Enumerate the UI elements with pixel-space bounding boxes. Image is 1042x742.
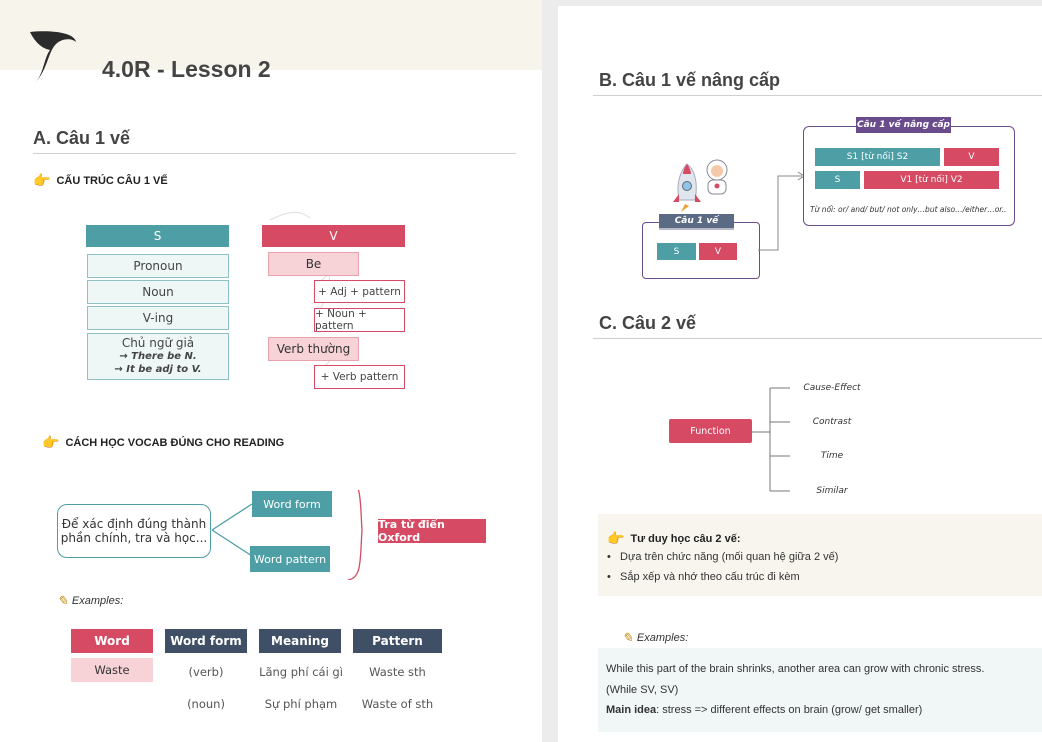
- simple-sentence-label: Câu 1 vế: [659, 214, 734, 230]
- simple-s: S: [657, 243, 696, 260]
- branch-contrast: Contrast: [812, 417, 852, 427]
- examples-label-a: ✎ Examples:: [57, 593, 124, 608]
- function-branches: [752, 387, 790, 492]
- pointing-hand-icon: 👉: [607, 530, 625, 546]
- s-item-ving: V-ing: [87, 306, 229, 330]
- pointing-hand-icon: 👉: [33, 172, 51, 188]
- upgrade-connector: [758, 171, 805, 251]
- logo-icon: [30, 31, 76, 82]
- dictionary-box: Tra từ điển Oxford: [378, 518, 486, 544]
- upgraded-row2-verb: V1 [từ nối] V2: [864, 171, 999, 189]
- section-b-title: B. Câu 1 vế nâng cấp: [599, 70, 781, 90]
- document-title: 4.0R - Lesson 2: [102, 56, 271, 82]
- table-cell-form-2: (noun): [187, 697, 225, 711]
- pointing-hand-icon: 👉: [42, 434, 60, 450]
- s-header: S: [86, 225, 229, 247]
- s-item-fake-subject: Chủ ngữ giả → There be N. → It be adj to…: [87, 333, 229, 380]
- pencil-icon: ✎: [622, 630, 633, 645]
- table-cell-meaning-1: Lãng phí cái gì: [259, 665, 343, 679]
- table-cell-word: Waste: [71, 658, 153, 682]
- branch-cause-effect: Cause-Effect: [803, 383, 861, 393]
- section-a-divider: [33, 153, 516, 154]
- upgraded-sentence-label: Câu 1 vế nâng cấp: [856, 117, 951, 133]
- s-item-pronoun: Pronoun: [87, 254, 229, 278]
- upgraded-row2-subject: S: [815, 171, 860, 189]
- left-page: 4.0R - Lesson 2 A. Câu 1 vế 👉 CẤU TRÚC C…: [0, 0, 542, 742]
- section-c-title: C. Câu 2 vế: [599, 313, 697, 333]
- header-band: [0, 0, 542, 70]
- table-header-word-form: Word form: [165, 629, 247, 653]
- example-sentence: While this part of the brain shrinks, an…: [606, 663, 985, 675]
- structure-heading: 👉 CẤU TRÚC CÂU 1 VẾ: [33, 172, 168, 188]
- table-cell-form-1: (verb): [188, 665, 224, 679]
- bullet-1: • Dựa trên chức năng (mối quan hệ giữa 2…: [607, 551, 839, 563]
- be-pattern-adj: + Adj + pattern: [314, 280, 405, 303]
- table-header-meaning: Meaning: [259, 629, 341, 653]
- word-pattern-box: Word pattern: [250, 546, 330, 572]
- upgraded-row1-verb: V: [944, 148, 999, 166]
- section-c-divider: [593, 338, 1042, 339]
- function-box: Function: [669, 419, 752, 443]
- connectors-note: Từ nối: or/ and/ but/ not only…but also……: [810, 205, 1007, 214]
- be-pattern-noun: + Noun + pattern: [314, 308, 405, 332]
- bullet-2: • Sắp xếp và nhớ theo cấu trúc đi kèm: [607, 571, 800, 583]
- examples-label-c: ✎ Examples:: [622, 630, 689, 645]
- astronaut-icon: [706, 159, 728, 195]
- table-cell-meaning-2: Sự phí phạm: [264, 697, 338, 711]
- s-item-noun: Noun: [87, 280, 229, 304]
- thinking-title: 👉 Tư duy học câu 2 vế:: [607, 530, 741, 546]
- upgraded-row1-subject: S1 [từ nối] S2: [815, 148, 940, 166]
- word-form-box: Word form: [252, 491, 332, 517]
- table-cell-pattern-1: Waste sth: [369, 665, 426, 679]
- verb-pattern: + Verb pattern: [314, 365, 405, 389]
- v-be: Be: [268, 252, 359, 276]
- v-verb-normal: Verb thường: [268, 337, 359, 361]
- branch-similar: Similar: [816, 486, 848, 496]
- branch-time: Time: [820, 451, 844, 461]
- table-header-word: Word: [71, 629, 153, 653]
- pencil-icon: ✎: [57, 593, 68, 608]
- table-header-pattern: Pattern: [353, 629, 442, 653]
- section-a-title: A. Câu 1 vế: [33, 128, 131, 148]
- example-structure: (While SV, SV): [606, 684, 679, 696]
- vocab-heading: 👉 CÁCH HỌC VOCAB ĐÚNG CHO READING: [42, 434, 285, 450]
- table-cell-pattern-2: Waste of sth: [361, 697, 434, 711]
- simple-v: V: [699, 243, 737, 260]
- main-idea: Main idea: stress => different effects o…: [606, 704, 923, 716]
- section-b-divider: [593, 95, 1042, 96]
- vocab-intro-box: Để xác định đúng thành phần chính, tra v…: [57, 504, 211, 558]
